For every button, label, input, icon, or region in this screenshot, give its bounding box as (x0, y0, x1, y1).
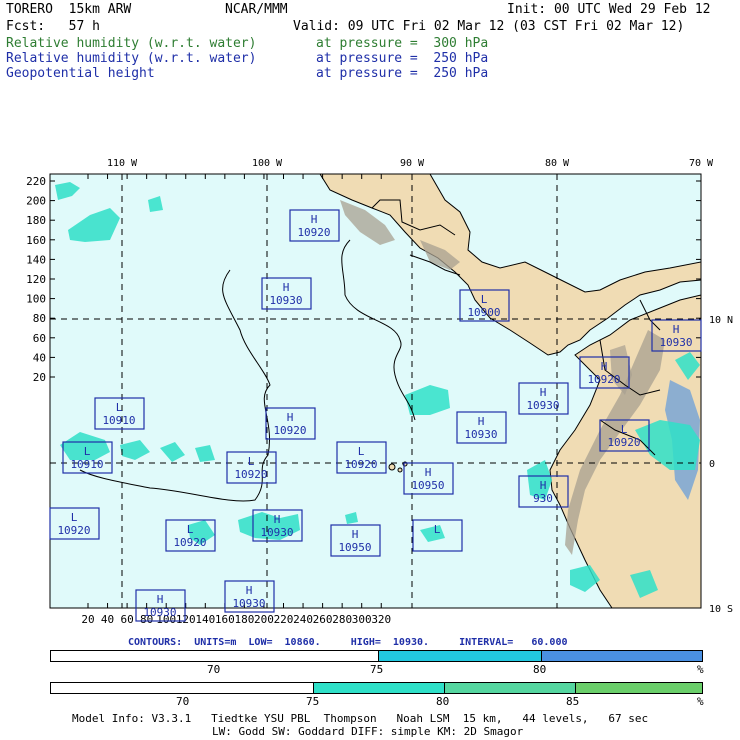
pressure-center-type: H (274, 513, 281, 526)
pressure-center-value: 10930 (143, 606, 176, 619)
pressure-center-type: H (425, 466, 432, 479)
x-tick-label: 60 (120, 613, 133, 626)
colorbar-rh250-segment-2 (379, 651, 542, 661)
pressure-center-value: 10930 (526, 399, 559, 412)
y-tick-label: 200 (26, 195, 46, 208)
x-tick-label: 120 (176, 613, 196, 626)
y-tick-label: 160 (26, 234, 46, 247)
y-tick-label: 140 (26, 253, 46, 266)
colorbar-rh250 (50, 650, 703, 662)
x-tick-label: 40 (101, 613, 114, 626)
y-tick-label: 220 (26, 175, 46, 188)
colorbar-rh300-label-70: 70 (176, 695, 190, 708)
x-tick-label: 280 (332, 613, 352, 626)
colorbar-rh300-label-85: 85 (566, 695, 580, 708)
x-tick-label: 180 (234, 613, 254, 626)
pressure-center-type: L (116, 401, 123, 414)
pressure-center-value: 10930 (232, 597, 265, 610)
colorbar-rh250-unit: % (697, 663, 704, 676)
colorbar-rh250-label-70: 70 (207, 663, 221, 676)
x-tick-label: 320 (371, 613, 391, 626)
x-tick-label: 260 (313, 613, 333, 626)
colorbar-rh250-segment-3 (542, 651, 702, 661)
contour-info: CONTOURS: UNITS=m LOW= 10860. HIGH= 1093… (128, 637, 568, 648)
pressure-center-value: 10930 (464, 428, 497, 441)
pressure-center-type: H (246, 584, 253, 597)
pressure-center-value: 10930 (269, 294, 302, 307)
pressure-center-value: 10920 (57, 524, 90, 537)
colorbar-rh300-segment-3 (445, 683, 576, 693)
pressure-center-value: 10910 (102, 414, 135, 427)
latitude-label: 10 N (709, 315, 733, 326)
x-tick-label: 140 (195, 613, 215, 626)
weather-map: 2202001801601401201008060402020 40 60 80 100… (26, 158, 733, 626)
pressure-center-value: 10950 (338, 541, 371, 554)
longitude-label: 90 W (400, 158, 425, 169)
y-tick-label: 80 (33, 312, 46, 325)
pressure-center-type: L (481, 293, 488, 306)
pressure-center-value: 10920 (344, 458, 377, 471)
pressure-center-type: L (358, 445, 365, 458)
pressure-center-type: H (283, 281, 290, 294)
y-tick-label: 20 (33, 371, 46, 384)
colorbar-rh300-segment-2 (314, 683, 445, 693)
colorbar-rh300-label-75: 75 (306, 695, 320, 708)
y-tick-label: 180 (26, 214, 46, 227)
pressure-center-type: H (157, 593, 164, 606)
y-tick-label: 120 (26, 273, 46, 286)
pressure-center-value: 10900 (467, 306, 500, 319)
colorbar-rh250-label-75: 75 (370, 663, 384, 676)
colorbar-rh300-label-80: 80 (436, 695, 450, 708)
pressure-center-type: L (621, 423, 628, 436)
pressure-center-type: L (434, 523, 441, 536)
pressure-center-value: 10950 (411, 479, 444, 492)
longitude-label: 110 W (107, 158, 138, 169)
y-tick-label: 40 (33, 351, 46, 364)
x-tick-label: 20 (81, 613, 94, 626)
pressure-center-type: H (287, 411, 294, 424)
y-tick-label: 60 (33, 332, 46, 345)
pressure-center-type: H (540, 386, 547, 399)
pressure-center-value: 10920 (607, 436, 640, 449)
pressure-center-type: L (84, 445, 91, 458)
colorbar-rh300-unit: % (697, 695, 704, 708)
colorbar-rh300-segment-4 (576, 683, 702, 693)
model-info-line2: LW: Godd SW: Goddard DIFF: simple KM: 2D… (212, 725, 524, 738)
x-tick-label: 160 (215, 613, 235, 626)
longitude-label: 100 W (252, 158, 283, 169)
longitude-label: 70 W (689, 158, 714, 169)
pressure-center-type: H (540, 479, 547, 492)
pressure-center-value: 10930 (260, 526, 293, 539)
colorbar-rh300 (50, 682, 703, 694)
pressure-center-value: 10920 (234, 468, 267, 481)
pressure-center-type: L (187, 523, 194, 536)
colorbar-rh300-segment-1 (51, 683, 314, 693)
pressure-center-value: 930 (533, 492, 553, 505)
colorbar-rh250-label-80: 80 (533, 663, 547, 676)
pressure-center-value: 10910 (70, 458, 103, 471)
latitude-label: 0 (709, 459, 715, 470)
pressure-center-value: 10920 (587, 373, 620, 386)
pressure-center-value: 10930 (659, 336, 692, 349)
pressure-center-type: H (673, 323, 680, 336)
x-tick-label: 200 (254, 613, 274, 626)
pressure-center-type: H (352, 528, 359, 541)
y-tick-label: 100 (26, 293, 46, 306)
colorbar-rh250-segment-1 (51, 651, 379, 661)
x-tick-label: 240 (293, 613, 313, 626)
model-info-line1: Model Info: V3.3.1 Tiedtke YSU PBL Thomp… (72, 712, 649, 725)
pressure-center-value: 10920 (273, 424, 306, 437)
pressure-center-value: 10920 (173, 536, 206, 549)
longitude-label: 80 W (545, 158, 570, 169)
pressure-center-type: L (71, 511, 78, 524)
pressure-center-type: L (248, 455, 255, 468)
pressure-center-type: H (478, 415, 485, 428)
pressure-center-type: H (311, 213, 318, 226)
x-tick-label: 300 (352, 613, 372, 626)
pressure-center-value: 10920 (297, 226, 330, 239)
latitude-label: 10 S (709, 604, 733, 615)
x-tick-label: 220 (274, 613, 294, 626)
pressure-center-type: H (601, 360, 608, 373)
